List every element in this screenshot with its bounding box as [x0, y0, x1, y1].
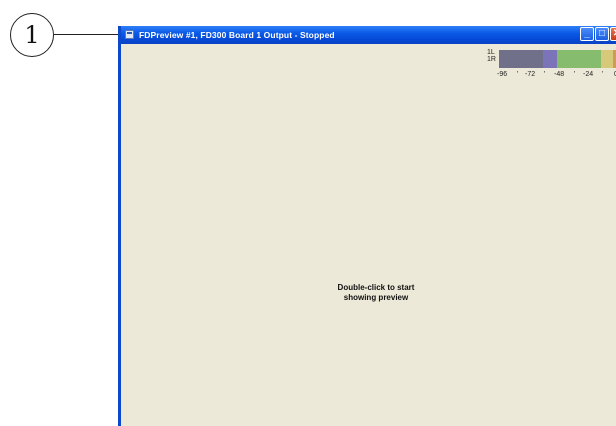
close-button[interactable]: ✕: [610, 27, 616, 41]
callout-number: 1: [24, 21, 40, 49]
meter-segment: [499, 50, 543, 68]
meter-tick-mark: ': [517, 71, 519, 78]
channel-label-right: 1R: [487, 56, 496, 63]
audio-level-meter: [499, 50, 616, 68]
maximize-button[interactable]: □: [595, 27, 609, 41]
callout-leader-line: [54, 34, 120, 35]
preview-window: FDPreview #1, FD300 Board 1 Output - Sto…: [118, 26, 616, 426]
meter-tick-mark: ': [574, 71, 576, 78]
title-bar[interactable]: FDPreview #1, FD300 Board 1 Output - Sto…: [121, 26, 616, 44]
preview-hint-line1: Double-click to start: [337, 283, 415, 292]
meter-tick-label: -96: [497, 71, 508, 78]
meter-tick-label: -24: [583, 71, 594, 78]
meter-tick-mark: ': [544, 71, 546, 78]
meter-channel-labels: 1L 1R: [487, 49, 496, 63]
minimize-icon: _: [584, 28, 590, 39]
meter-tick-label: -48: [554, 71, 565, 78]
window-title: FDPreview #1, FD300 Board 1 Output - Sto…: [139, 30, 335, 40]
maximize-icon: □: [598, 28, 606, 39]
meter-segment: [557, 50, 601, 68]
channel-label-left: 1L: [487, 49, 495, 56]
preview-hint: Double-click to start showing preview: [311, 283, 441, 303]
meter-tick-label: -72: [525, 71, 536, 78]
preview-hint-line2: showing preview: [343, 293, 409, 302]
meter-tick-mark: ': [602, 71, 604, 78]
window-icon[interactable]: [125, 30, 134, 39]
meter-segment: [601, 50, 613, 68]
meter-segment: [543, 50, 557, 68]
meter-scale: -96 ' -72 ' -48 ' -24 ' 0: [497, 71, 616, 80]
minimize-button[interactable]: _: [580, 27, 594, 41]
preview-area[interactable]: 1L 1R -96 ' -72 ' -48 ' -24 ' 0 Double-c…: [121, 44, 616, 426]
callout-marker: 1: [10, 13, 54, 57]
